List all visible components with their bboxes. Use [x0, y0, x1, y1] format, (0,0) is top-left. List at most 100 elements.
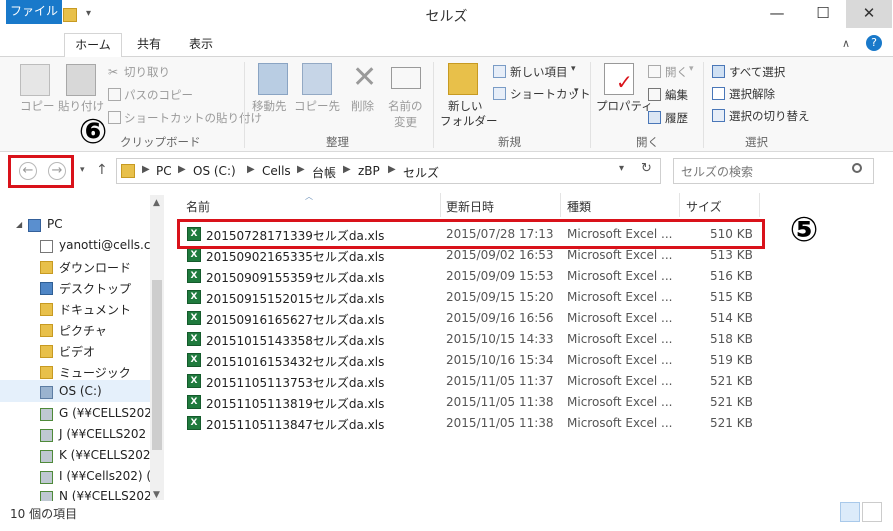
- close-button[interactable]: ✕: [846, 0, 892, 28]
- address-dropdown-icon[interactable]: ▾: [619, 163, 624, 174]
- file-row[interactable]: X 20150909155359セルズda.xls 2015/09/09 15:…: [181, 266, 761, 287]
- breadcrumb-separator-icon[interactable]: ▶: [142, 164, 150, 175]
- breadcrumb-separator-icon[interactable]: ▶: [343, 164, 351, 175]
- breadcrumb-zbp[interactable]: zBP: [358, 164, 380, 178]
- breadcrumb-separator-icon[interactable]: ▶: [178, 164, 186, 175]
- breadcrumb-cells[interactable]: Cells: [262, 164, 291, 178]
- breadcrumb-separator-icon[interactable]: ▶: [388, 164, 396, 175]
- nav-scrollbar-thumb[interactable]: [152, 280, 162, 450]
- breadcrumb-os-c[interactable]: OS (C:): [193, 164, 236, 178]
- breadcrumb-daicho[interactable]: 台帳: [312, 164, 336, 181]
- file-row[interactable]: X 20151015143358セルズda.xls 2015/10/15 14:…: [181, 329, 761, 350]
- drive-icon: [40, 386, 53, 399]
- rename-icon: [391, 67, 421, 89]
- copy-path-button[interactable]: パスのコピー: [124, 87, 193, 103]
- tab-view[interactable]: 表示: [178, 33, 224, 57]
- file-row[interactable]: X 20151105113819セルズda.xls 2015/11/05 11:…: [181, 392, 761, 413]
- nav-item-downloads[interactable]: ダウンロード: [0, 257, 150, 278]
- breadcrumb-separator-icon[interactable]: ▶: [247, 164, 255, 175]
- nav-item-documents[interactable]: ドキュメント: [0, 299, 150, 320]
- tab-home[interactable]: ホーム: [64, 33, 122, 58]
- tab-share[interactable]: 共有: [126, 33, 172, 57]
- new-folder-icon: [448, 63, 478, 95]
- column-header-size[interactable]: サイズ: [686, 198, 722, 215]
- help-icon[interactable]: ?: [866, 35, 882, 51]
- chevron-down-icon[interactable]: ▾: [689, 64, 694, 74]
- new-item-button[interactable]: 新しい項目: [510, 64, 568, 80]
- copy-to-button[interactable]: コピー先: [294, 98, 340, 114]
- select-all-button[interactable]: すべて選択: [729, 64, 785, 80]
- invert-selection-button[interactable]: 選択の切り替え: [729, 108, 810, 124]
- column-header-modified[interactable]: 更新日時: [446, 198, 494, 215]
- chevron-down-icon[interactable]: ▾: [571, 64, 576, 74]
- network-drive-icon: [40, 429, 53, 442]
- search-input[interactable]: セルズの検索: [681, 163, 753, 180]
- column-header-name[interactable]: 名前: [186, 198, 210, 215]
- search-icon[interactable]: [852, 163, 862, 173]
- chevron-up-icon[interactable]: ∧: [842, 37, 850, 50]
- new-folder-button-line1[interactable]: 新しい: [448, 98, 483, 114]
- maximize-button[interactable]: ☐: [800, 0, 846, 28]
- nav-item-user[interactable]: yanotti@cells.c: [0, 236, 150, 257]
- nav-item-desktop[interactable]: デスクトップ: [0, 278, 150, 299]
- column-divider[interactable]: [440, 193, 441, 217]
- nav-item-drive-k[interactable]: K (¥¥CELLS202: [0, 446, 150, 467]
- tab-file[interactable]: ファイル: [6, 0, 62, 24]
- nav-item-drive-n[interactable]: N (¥¥CELLS202: [0, 487, 150, 501]
- nav-item-music[interactable]: ミュージック: [0, 362, 150, 383]
- chevron-down-icon[interactable]: ▾: [574, 86, 579, 96]
- breadcrumb-pc[interactable]: PC: [156, 164, 172, 178]
- open-button[interactable]: 開く: [665, 64, 688, 80]
- group-label-clipboard: クリップボード: [120, 135, 201, 149]
- minimize-button[interactable]: —: [754, 0, 800, 28]
- nav-label: ミュージック: [59, 366, 131, 380]
- file-size: 521 KB: [710, 416, 753, 430]
- nav-item-drive-i[interactable]: I (¥¥Cells202) (: [0, 467, 150, 488]
- rename-button-line1[interactable]: 名前の: [388, 98, 423, 114]
- nav-item-os-c[interactable]: OS (C:): [0, 382, 150, 403]
- sort-ascending-icon[interactable]: ︿: [305, 191, 313, 202]
- nav-item-drive-g[interactable]: G (¥¥CELLS202: [0, 404, 150, 425]
- column-divider[interactable]: [759, 193, 760, 217]
- recent-locations-icon[interactable]: ▾: [80, 165, 85, 175]
- cut-button[interactable]: 切り取り: [124, 64, 170, 80]
- file-row[interactable]: X 20150915152015セルズda.xls 2015/09/15 15:…: [181, 287, 761, 308]
- column-header-type[interactable]: 種類: [567, 198, 591, 215]
- breadcrumb-separator-icon[interactable]: ▶: [297, 164, 305, 175]
- nav-item-pictures[interactable]: ピクチャ: [0, 320, 150, 341]
- file-name: 20151105113819セルズda.xls: [206, 397, 385, 411]
- delete-button[interactable]: 削除: [351, 98, 374, 114]
- nav-item-pc[interactable]: ◢ PC: [0, 215, 150, 236]
- chevron-down-icon[interactable]: ◢: [16, 220, 22, 229]
- new-folder-button-line2[interactable]: フォルダー: [440, 113, 498, 129]
- up-arrow-icon[interactable]: ↑: [96, 162, 108, 178]
- nav-label: I (¥¥Cells202) (: [59, 469, 150, 483]
- details-view-button[interactable]: [840, 502, 860, 522]
- select-all-icon: [712, 65, 725, 78]
- large-icons-view-button[interactable]: [862, 502, 882, 522]
- rename-button-line2[interactable]: 変更: [394, 114, 417, 130]
- file-type: Microsoft Excel ...: [567, 269, 673, 283]
- file-row[interactable]: X 20151105113753セルズda.xls 2015/11/05 11:…: [181, 371, 761, 392]
- select-none-button[interactable]: 選択解除: [729, 86, 775, 102]
- properties-button[interactable]: プロパティ: [596, 98, 653, 114]
- column-divider[interactable]: [560, 193, 561, 217]
- scroll-up-icon[interactable]: ▲: [153, 198, 160, 208]
- file-row[interactable]: X 20151105113847セルズda.xls 2015/11/05 11:…: [181, 413, 761, 434]
- edit-button[interactable]: 編集: [665, 87, 688, 103]
- scroll-down-icon[interactable]: ▼: [153, 490, 160, 500]
- column-divider[interactable]: [679, 193, 680, 217]
- copy-button[interactable]: コピー: [20, 98, 55, 114]
- move-to-button[interactable]: 移動先: [252, 98, 287, 114]
- refresh-icon[interactable]: ↻: [641, 161, 652, 176]
- nav-item-drive-j[interactable]: J (¥¥CELLS202: [0, 425, 150, 446]
- file-row[interactable]: X 20151016153432セルズda.xls 2015/10/16 15:…: [181, 350, 761, 371]
- excel-file-icon: X: [187, 395, 201, 409]
- file-size: 519 KB: [710, 353, 753, 367]
- paste-shortcut-button[interactable]: ショートカットの貼り付け: [124, 110, 262, 126]
- history-button[interactable]: 履歴: [665, 110, 688, 126]
- breadcrumb-cellz[interactable]: セルズ: [403, 164, 439, 181]
- file-size: 521 KB: [710, 395, 753, 409]
- file-row[interactable]: X 20150916165627セルズda.xls 2015/09/16 16:…: [181, 308, 761, 329]
- nav-item-videos[interactable]: ビデオ: [0, 341, 150, 362]
